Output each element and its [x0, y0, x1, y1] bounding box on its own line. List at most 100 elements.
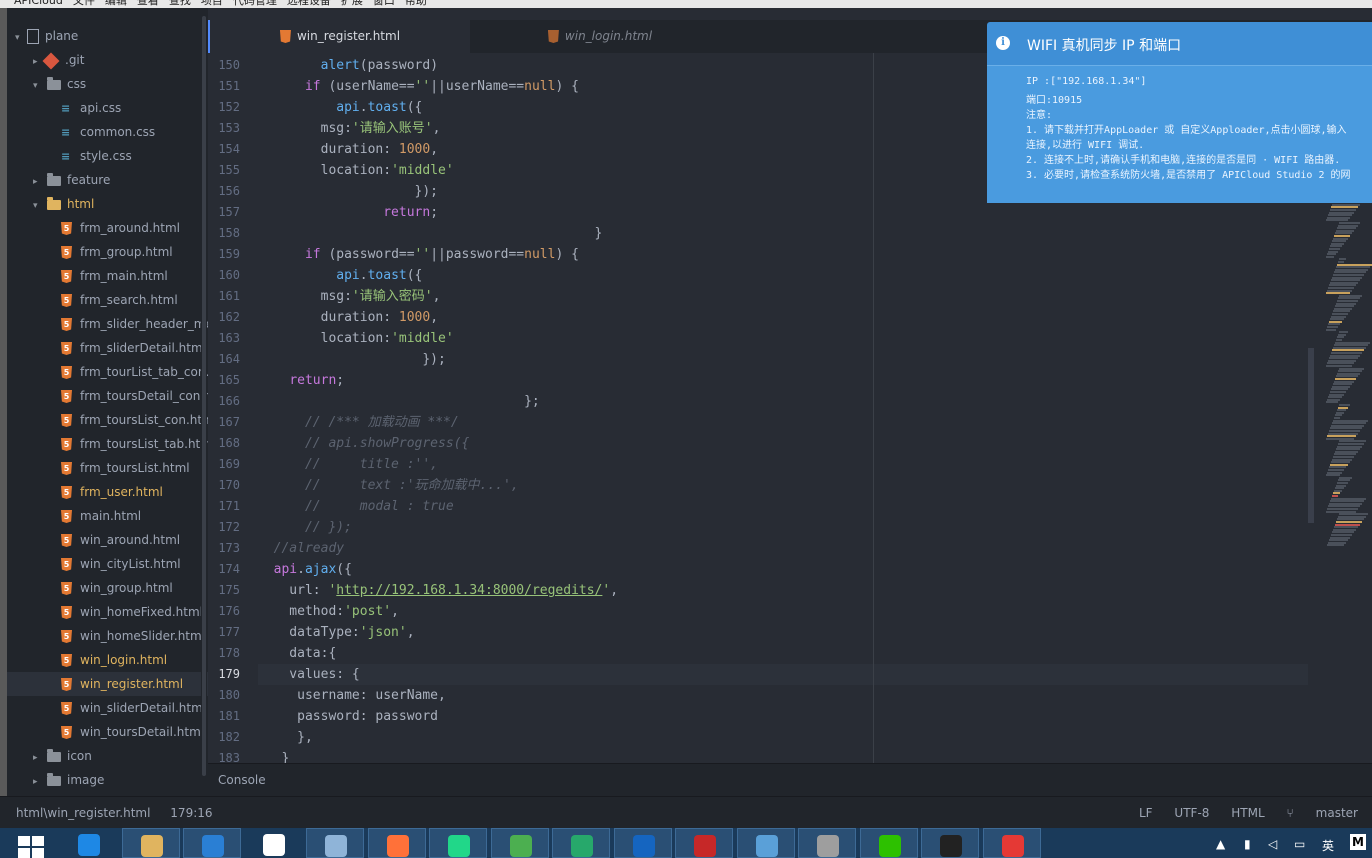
tree-folder[interactable]: ▸ icon	[7, 744, 208, 768]
code-line[interactable]: url: 'http://192.168.1.34:8000/regedits/…	[258, 580, 618, 601]
code-line[interactable]: return;	[258, 370, 344, 391]
menu-item[interactable]: 远程设备	[287, 0, 331, 7]
tree-folder[interactable]: ▸ feature	[7, 168, 208, 192]
taskbar-app-button[interactable]	[675, 828, 733, 858]
taskbar-app-button[interactable]	[613, 828, 672, 858]
code-line[interactable]: api.toast({	[258, 97, 422, 118]
taskbar-app-button[interactable]	[736, 828, 795, 858]
taskbar-app-button[interactable]	[429, 828, 487, 858]
code-line[interactable]: },	[258, 727, 313, 748]
code-line[interactable]: data:{	[258, 643, 336, 664]
wifi-sync-notification[interactable]: i WIFI 真机同步 IP 和端口 IP :["192.168.1.34"] 端…	[987, 22, 1372, 203]
editor-scrollbar[interactable]	[1308, 348, 1314, 523]
windows-start-button[interactable]	[18, 836, 44, 858]
code-line[interactable]: if (password==''||password==null) {	[258, 244, 579, 265]
code-line[interactable]: // });	[258, 517, 352, 538]
menu-item[interactable]: 窗口	[373, 0, 395, 7]
code-line[interactable]: return;	[258, 202, 438, 223]
tree-folder[interactable]: ▾ css	[7, 72, 208, 96]
tree-file[interactable]: 5 win_homeFixed.html	[7, 600, 208, 624]
chevron-down-icon[interactable]: ▾	[33, 194, 43, 218]
taskbar-app-button[interactable]	[552, 828, 610, 858]
taskbar-app-button[interactable]	[367, 828, 426, 858]
code-line[interactable]: alert(password)	[258, 55, 438, 76]
tree-file[interactable]: 5 frm_search.html	[7, 288, 208, 312]
tree-file[interactable]: 5 frm_main.html	[7, 264, 208, 288]
tree-file[interactable]: 5 frm_group.html	[7, 240, 208, 264]
tree-folder[interactable]: ▸ .git	[7, 48, 208, 72]
code-line[interactable]: //already	[258, 538, 344, 559]
code-line[interactable]: };	[258, 391, 540, 412]
tab-win-register[interactable]: win_register.html	[208, 20, 470, 53]
taskbar-app-button[interactable]	[859, 828, 918, 858]
tab-win-login[interactable]: win_login.html	[470, 20, 730, 53]
code-line[interactable]: username: userName,	[258, 685, 446, 706]
chevron-right-icon[interactable]: ▸	[33, 770, 43, 794]
tree-file[interactable]: 5 win_toursDetail.html	[7, 720, 208, 744]
tree-file[interactable]: 5 frm_toursList.html	[7, 456, 208, 480]
taskbar-app-button[interactable]	[490, 828, 549, 858]
chevron-right-icon[interactable]: ▸	[33, 170, 43, 194]
status-encoding[interactable]: UTF-8	[1174, 806, 1209, 820]
code-line[interactable]: duration: 1000,	[258, 139, 438, 160]
taskbar-app-button[interactable]	[982, 828, 1041, 858]
taskbar-app-button[interactable]	[921, 828, 979, 858]
menu-item[interactable]: 查找	[169, 0, 191, 7]
code-line[interactable]: api.ajax({	[258, 559, 352, 580]
taskbar-app-button[interactable]	[121, 828, 180, 858]
code-line[interactable]: if (userName==''||userName==null) {	[258, 76, 579, 97]
menu-item[interactable]: 项目	[201, 0, 223, 7]
taskbar-app-button[interactable]	[183, 828, 241, 858]
tree-file[interactable]: 5 frm_around.html	[7, 216, 208, 240]
code-line[interactable]: password: password	[258, 706, 438, 727]
code-line[interactable]: // modal : true	[258, 496, 454, 517]
code-line[interactable]: duration: 1000,	[258, 307, 438, 328]
status-line-ending[interactable]: LF	[1139, 806, 1153, 820]
tree-file[interactable]: 5 frm_toursList_tab.htm	[7, 432, 208, 456]
menu-item[interactable]: 编辑	[105, 0, 127, 7]
code-line[interactable]: values: {	[258, 664, 359, 685]
code-line[interactable]: // text :'玩命加载中...',	[258, 475, 519, 496]
console-panel[interactable]: Console	[208, 763, 1372, 797]
network-icon[interactable]: ▲	[1216, 837, 1225, 851]
ime-mode-indicator[interactable]: M	[1350, 834, 1366, 850]
tree-folder[interactable]: ▸ image	[7, 768, 208, 792]
chevron-right-icon[interactable]: ▸	[33, 50, 43, 74]
tree-file[interactable]: 5 win_cityList.html	[7, 552, 208, 576]
code-line[interactable]: // /*** 加载动画 ***/	[258, 412, 459, 433]
volume-icon[interactable]: ◁	[1268, 837, 1277, 851]
tree-file[interactable]: 5 win_login.html	[7, 648, 208, 672]
code-line[interactable]: }	[258, 748, 289, 763]
code-line[interactable]: msg:'请输入账号',	[258, 118, 441, 139]
ime-indicator[interactable]: 英	[1322, 837, 1334, 854]
menu-item[interactable]: APICloud	[14, 0, 63, 7]
code-line[interactable]: location:'middle'	[258, 328, 454, 349]
tree-file[interactable]: 5 win_homeSlider.html	[7, 624, 208, 648]
code-line[interactable]: }	[258, 223, 603, 244]
taskbar-app-button[interactable]	[798, 828, 856, 858]
tree-file[interactable]: 5 win_group.html	[7, 576, 208, 600]
tree-file[interactable]: 5 win_around.html	[7, 528, 208, 552]
tree-file[interactable]: 5 frm_user.html	[7, 480, 208, 504]
code-line[interactable]: msg:'请输入密码',	[258, 286, 441, 307]
code-line[interactable]: dataType:'json',	[258, 622, 414, 643]
tree-file[interactable]: 5 frm_sliderDetail.html	[7, 336, 208, 360]
code-line[interactable]: api.toast({	[258, 265, 422, 286]
taskbar-app-button[interactable]	[245, 828, 303, 858]
taskbar-app-button[interactable]	[60, 828, 118, 858]
code-line[interactable]: });	[258, 181, 438, 202]
code-line[interactable]: });	[258, 349, 445, 370]
chevron-right-icon[interactable]: ▸	[33, 746, 43, 770]
menu-item[interactable]: 帮助	[405, 0, 427, 7]
tree-file[interactable]: ≡ api.css	[7, 96, 208, 120]
menu-item[interactable]: 扩展	[341, 0, 363, 7]
taskbar-app-button[interactable]	[306, 828, 364, 858]
tree-folder[interactable]: ▾ html	[7, 192, 208, 216]
status-grammar[interactable]: HTML	[1231, 806, 1264, 820]
tree-file[interactable]: ≡ style.css	[7, 144, 208, 168]
tree-file[interactable]: 5 main.html	[7, 504, 208, 528]
chevron-down-icon[interactable]: ▾	[15, 26, 25, 50]
code-line[interactable]: method:'post',	[258, 601, 399, 622]
tree-folder[interactable]: ▾ plane	[7, 24, 208, 48]
tree-scrollbar[interactable]	[201, 8, 207, 796]
